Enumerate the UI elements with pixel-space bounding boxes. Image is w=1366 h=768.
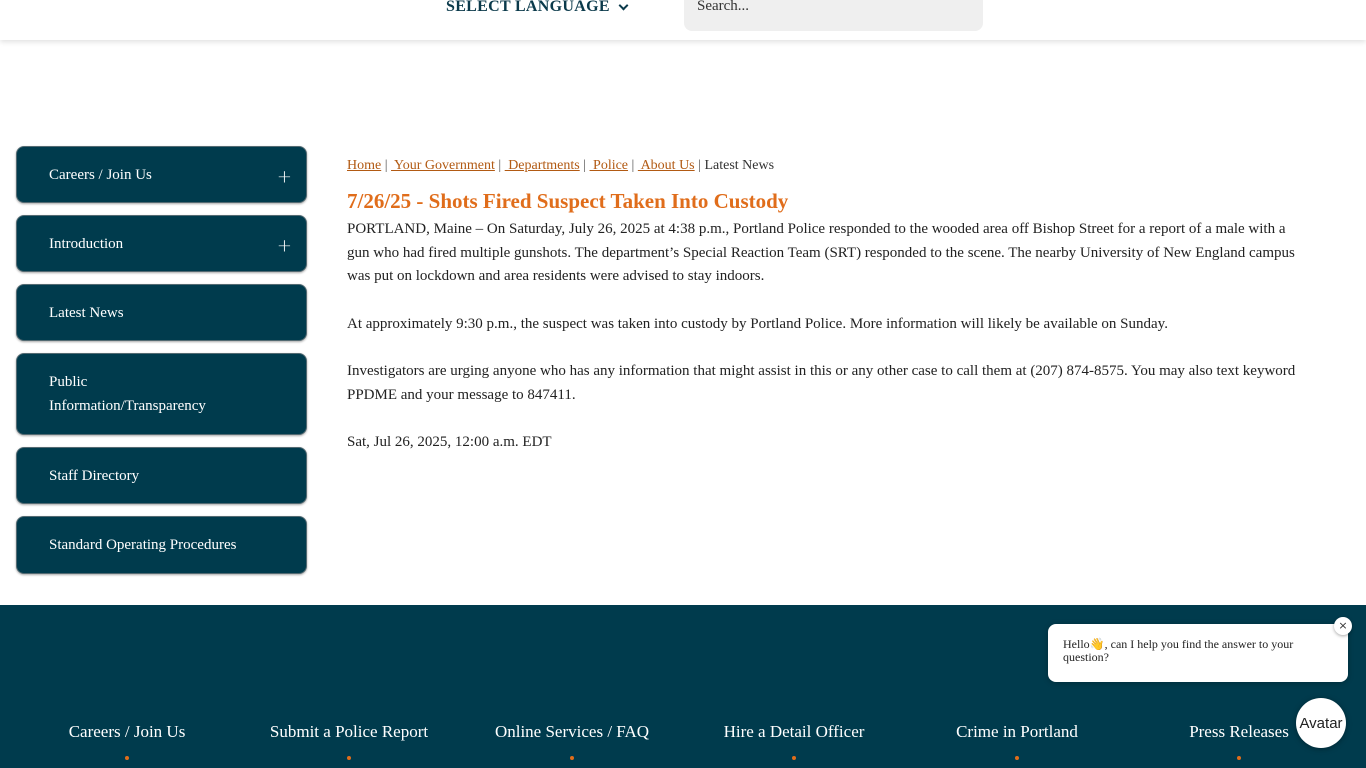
sidebar-item-staff-directory[interactable]: Staff Directory <box>16 447 307 504</box>
sidebar-item-label: Careers / Join Us <box>49 166 152 183</box>
chat-avatar-button[interactable]: Avatar <box>1296 698 1346 748</box>
avatar-label: Avatar <box>1299 714 1343 732</box>
chevron-down-icon <box>618 0 629 10</box>
chat-greeting-bubble[interactable]: Hello👋, can I help you find the answer t… <box>1048 624 1348 682</box>
breadcrumb-separator: | <box>381 158 392 173</box>
footer-dot-decoration <box>1237 756 1241 760</box>
footer-link-press-releases[interactable]: Press Releases <box>1189 722 1289 742</box>
breadcrumb-police-link[interactable]: Police <box>590 158 628 174</box>
select-language-dropdown[interactable]: SELECT LANGUAGE <box>446 0 629 16</box>
article-date: Sat, Jul 26, 2025, 12:00 a.m. EDT <box>347 434 552 450</box>
footer-dot-decoration <box>792 756 796 760</box>
footer-dot-decoration <box>125 756 129 760</box>
sidebar-item-standard-operating-procedures[interactable]: Standard Operating Procedures <box>16 516 307 574</box>
breadcrumb: Home | Your Government | Departments | P… <box>347 158 1307 174</box>
breadcrumb-separator: | <box>494 158 505 173</box>
site-header: SELECT LANGUAGE <box>0 0 1366 40</box>
footer-link-submit-report[interactable]: Submit a Police Report <box>270 722 428 742</box>
footer-dot-decoration <box>347 756 351 760</box>
article-body: PORTLAND, Maine – On Saturday, July 26, … <box>347 218 1307 455</box>
expand-plus-icon[interactable]: + <box>277 165 292 189</box>
sidebar-item-introduction[interactable]: Introduction + <box>16 215 307 272</box>
breadcrumb-separator: | <box>628 158 638 173</box>
article-paragraph: PORTLAND, Maine – On Saturday, July 26, … <box>347 221 1295 284</box>
breadcrumb-your-government-link[interactable]: Your Government <box>391 158 495 174</box>
sidebar-item-label: Latest News <box>49 304 124 321</box>
waving-hand-icon: 👋 <box>1089 637 1105 651</box>
sidebar-item-careers[interactable]: Careers / Join Us + <box>16 146 307 203</box>
footer-link-careers[interactable]: Careers / Join Us <box>69 722 186 742</box>
article-paragraph: At approximately 9:30 p.m., the suspect … <box>347 315 1168 332</box>
search-box[interactable] <box>684 0 983 31</box>
sidebar-item-label: Public Information/Transparency <box>49 374 206 414</box>
sidebar-item-label: Standard Operating Procedures <box>49 537 237 553</box>
footer-dot-decoration <box>1015 756 1019 760</box>
search-input[interactable] <box>684 0 983 31</box>
sidebar-item-label: Staff Directory <box>49 467 140 484</box>
footer-link-online-services[interactable]: Online Services / FAQ <box>495 722 649 742</box>
article-title: 7/26/25 - Shots Fired Suspect Taken Into… <box>347 189 789 213</box>
breadcrumb-about-us-link[interactable]: About Us <box>638 158 695 174</box>
footer-dot-decoration <box>570 756 574 760</box>
breadcrumb-current: Latest News <box>704 158 775 173</box>
sidebar-item-latest-news[interactable]: Latest News <box>16 284 307 341</box>
select-language-label: SELECT LANGUAGE <box>446 0 610 15</box>
breadcrumb-separator: | <box>694 158 705 173</box>
chat-greeting-prefix: Hello <box>1063 637 1090 651</box>
breadcrumb-separator: | <box>579 158 590 173</box>
sidebar-item-public-information[interactable]: Public Information/Transparency <box>16 353 307 435</box>
footer-link-hire-detail-officer[interactable]: Hire a Detail Officer <box>724 722 865 742</box>
main-content: Home | Your Government | Departments | P… <box>347 158 1307 455</box>
close-icon[interactable]: × <box>1334 617 1352 635</box>
article-paragraph: Investigators are urging anyone who has … <box>347 363 1296 403</box>
breadcrumb-departments-link[interactable]: Departments <box>505 158 580 174</box>
breadcrumb-home-link[interactable]: Home <box>347 158 381 174</box>
footer-link-crime-in-portland[interactable]: Crime in Portland <box>956 722 1078 742</box>
expand-plus-icon[interactable]: + <box>277 234 292 258</box>
sidebar-item-label: Introduction <box>49 235 124 252</box>
